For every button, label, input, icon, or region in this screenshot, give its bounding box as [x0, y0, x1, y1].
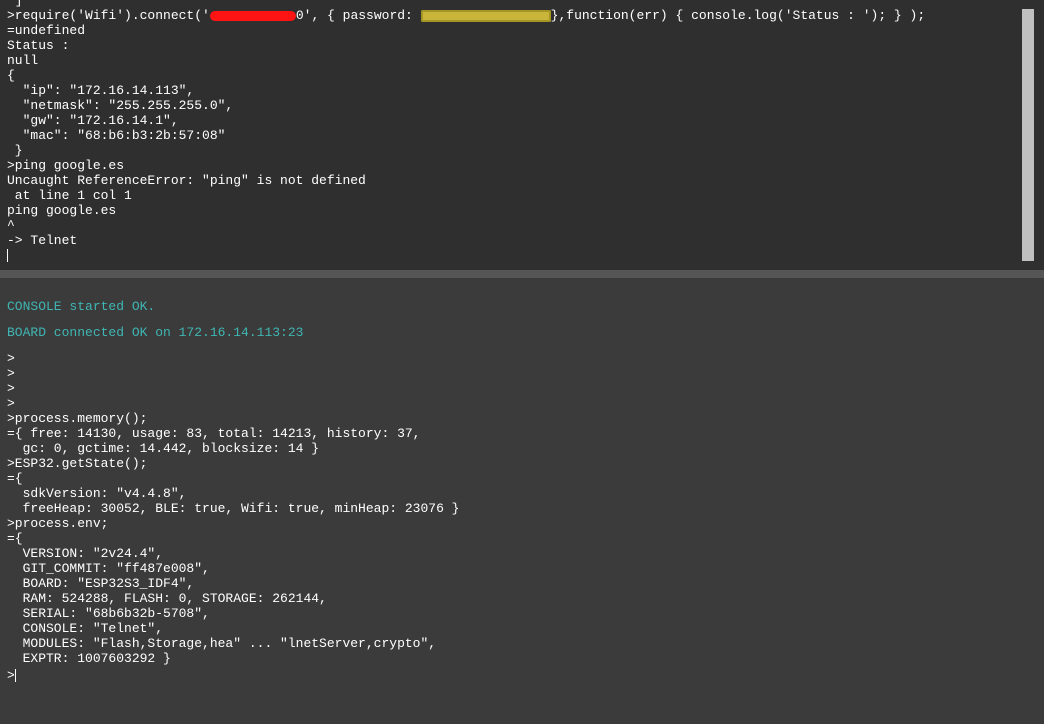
- bottom-console-pane[interactable]: CONSOLE started OK. BOARD connected OK o…: [0, 278, 1044, 724]
- bottom-console-output: CONSOLE started OK. BOARD connected OK o…: [7, 299, 1020, 683]
- console-line: {: [7, 68, 15, 83]
- console-line: ={: [7, 471, 23, 486]
- top-console-pane[interactable]: ] >require('Wifi').connect(' 0', { passwo…: [0, 0, 1044, 270]
- console-status-message: CONSOLE started OK.: [7, 299, 156, 314]
- console-line: ^: [7, 218, 15, 233]
- console-line: Status :: [7, 38, 70, 53]
- console-line: sdkVersion: "v4.4.8",: [7, 486, 187, 501]
- console-line: }: [7, 143, 23, 158]
- console-line: >: [7, 366, 15, 381]
- console-line: gc: 0, gctime: 14.442, blocksize: 14 }: [7, 441, 320, 456]
- console-line: "ip": "172.16.14.113",: [7, 83, 195, 98]
- console-line: ]: [7, 0, 23, 8]
- console-line: RAM: 524288, FLASH: 0, STORAGE: 262144,: [7, 591, 327, 606]
- console-line: VERSION: "2v24.4",: [7, 546, 164, 561]
- top-console-output: ] >require('Wifi').connect(' 0', { passwo…: [7, 0, 1020, 263]
- console-prompt: >: [7, 668, 15, 683]
- console-line: >process.memory();: [7, 411, 148, 426]
- console-line: BOARD: "ESP32S3_IDF4",: [7, 576, 195, 591]
- pane-splitter[interactable]: [0, 270, 1044, 278]
- console-line: "mac": "68:b6:b3:2b:57:08": [7, 128, 226, 143]
- console-line: SERIAL: "68b6b32b-5708",: [7, 606, 210, 621]
- console-line: -> Telnet: [7, 233, 78, 248]
- connect-command-suffix: },function(err) { console.log('Status : …: [550, 8, 926, 23]
- text-cursor: [14, 669, 16, 683]
- connect-command-line: >require('Wifi').connect(' 0', { password…: [7, 8, 1020, 23]
- top-console-scrollbar[interactable]: [1022, 9, 1034, 261]
- console-line: >: [7, 351, 15, 366]
- console-line: MODULES: "Flash,Storage,hea" ... "lnetSe…: [7, 636, 437, 651]
- console-line: >ping google.es: [7, 158, 125, 173]
- console-line: >: [7, 381, 15, 396]
- console-line: >ESP32.getState();: [7, 456, 148, 471]
- console-line: "gw": "172.16.14.1",: [7, 113, 179, 128]
- console-line: freeHeap: 30052, BLE: true, Wifi: true, …: [7, 501, 460, 516]
- text-cursor: [7, 249, 8, 263]
- console-line: >: [7, 396, 15, 411]
- console-input-line[interactable]: >: [7, 668, 1020, 683]
- console-line: >process.env;: [7, 516, 109, 531]
- scrollbar-thumb[interactable]: [1022, 9, 1034, 261]
- console-line: ={: [7, 531, 23, 546]
- console-line: null: [7, 53, 39, 68]
- board-status-message: BOARD connected OK on 172.16.14.113:23: [7, 325, 304, 340]
- top-console-cursor-line[interactable]: [7, 248, 1020, 263]
- connect-command-middle: 0', { password:: [295, 8, 421, 23]
- console-line: at line 1 col 1: [7, 188, 132, 203]
- console-line: Uncaught ReferenceError: "ping" is not d…: [7, 173, 366, 188]
- console-line: CONSOLE: "Telnet",: [7, 621, 164, 636]
- redacted-ssid: [209, 10, 296, 21]
- console-line: "netmask": "255.255.255.0",: [7, 98, 234, 113]
- console-line: =undefined: [7, 23, 86, 38]
- console-line: ping google.es: [7, 203, 117, 218]
- console-line: GIT_COMMIT: "ff487e008",: [7, 561, 210, 576]
- console-line: ={ free: 14130, usage: 83, total: 14213,…: [7, 426, 421, 441]
- console-line: EXPTR: 1007603292 }: [7, 651, 171, 666]
- redacted-password: [420, 9, 551, 22]
- connect-command-prefix: >require('Wifi').connect(': [7, 8, 210, 23]
